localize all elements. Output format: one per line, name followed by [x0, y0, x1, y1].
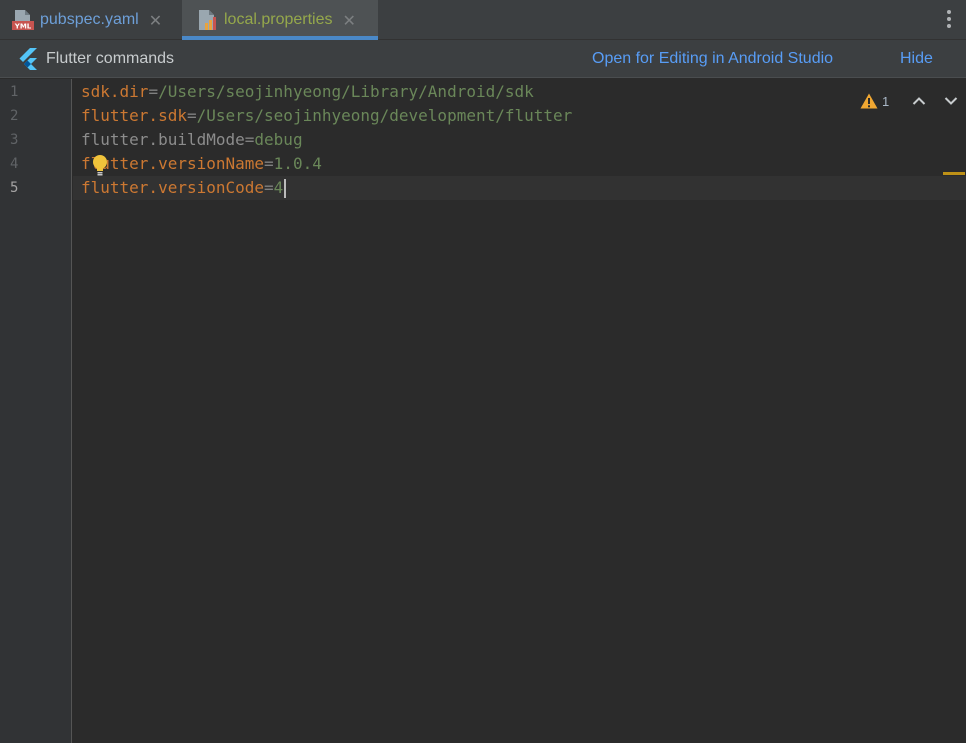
- close-icon[interactable]: ✕: [343, 11, 356, 30]
- editor-tab-bar: YML pubspec.yaml ✕ local.properties ✕: [0, 0, 966, 40]
- code-line-current[interactable]: flutter.versionCode=4: [81, 176, 287, 200]
- warning-icon: [860, 93, 878, 109]
- flutter-logo-icon: [19, 47, 37, 70]
- hide-banner-link[interactable]: Hide: [900, 40, 933, 78]
- svg-text:YML: YML: [14, 23, 32, 31]
- previous-highlight-chevron-up-icon[interactable]: [912, 96, 926, 106]
- line-number: 4: [10, 156, 19, 172]
- code-line[interactable]: flutter.sdk=/Users/seojinhyeong/developm…: [81, 104, 572, 128]
- inspection-widget[interactable]: 1: [860, 91, 966, 111]
- more-options-icon[interactable]: [946, 10, 952, 30]
- properties-file-icon: [199, 10, 216, 30]
- code-editor[interactable]: sdk.dir=/Users/seojinhyeong/Library/Andr…: [73, 79, 966, 743]
- tab-label: pubspec.yaml: [40, 11, 139, 28]
- line-number: 3: [10, 132, 19, 148]
- tab-label: local.properties: [224, 11, 333, 28]
- text-caret: [284, 179, 287, 198]
- line-number-current: 5: [10, 180, 19, 196]
- line-number: 1: [10, 84, 19, 100]
- warning-stripe-marker[interactable]: [943, 172, 965, 175]
- code-line[interactable]: flutter.versionName=1.0.4: [81, 152, 322, 176]
- close-icon[interactable]: ✕: [149, 11, 162, 30]
- open-in-android-studio-link[interactable]: Open for Editing in Android Studio: [592, 40, 833, 78]
- tab-pubspec-yaml[interactable]: YML pubspec.yaml ✕: [0, 0, 182, 40]
- yaml-file-icon: YML: [12, 10, 34, 31]
- banner-title: Flutter commands: [46, 49, 175, 67]
- code-line[interactable]: sdk.dir=/Users/seojinhyeong/Library/Andr…: [81, 80, 534, 104]
- line-number-gutter[interactable]: 1 2 3 4 5: [0, 79, 72, 743]
- tab-local-properties[interactable]: local.properties ✕: [182, 0, 378, 40]
- next-highlight-chevron-down-icon[interactable]: [944, 96, 958, 106]
- warning-count: 1: [882, 93, 890, 109]
- flutter-commands-banner: Flutter commands Open for Editing in And…: [0, 40, 966, 78]
- code-line[interactable]: flutter.buildMode=debug: [81, 128, 303, 152]
- line-number: 2: [10, 108, 19, 124]
- lightbulb-icon[interactable]: [92, 154, 108, 176]
